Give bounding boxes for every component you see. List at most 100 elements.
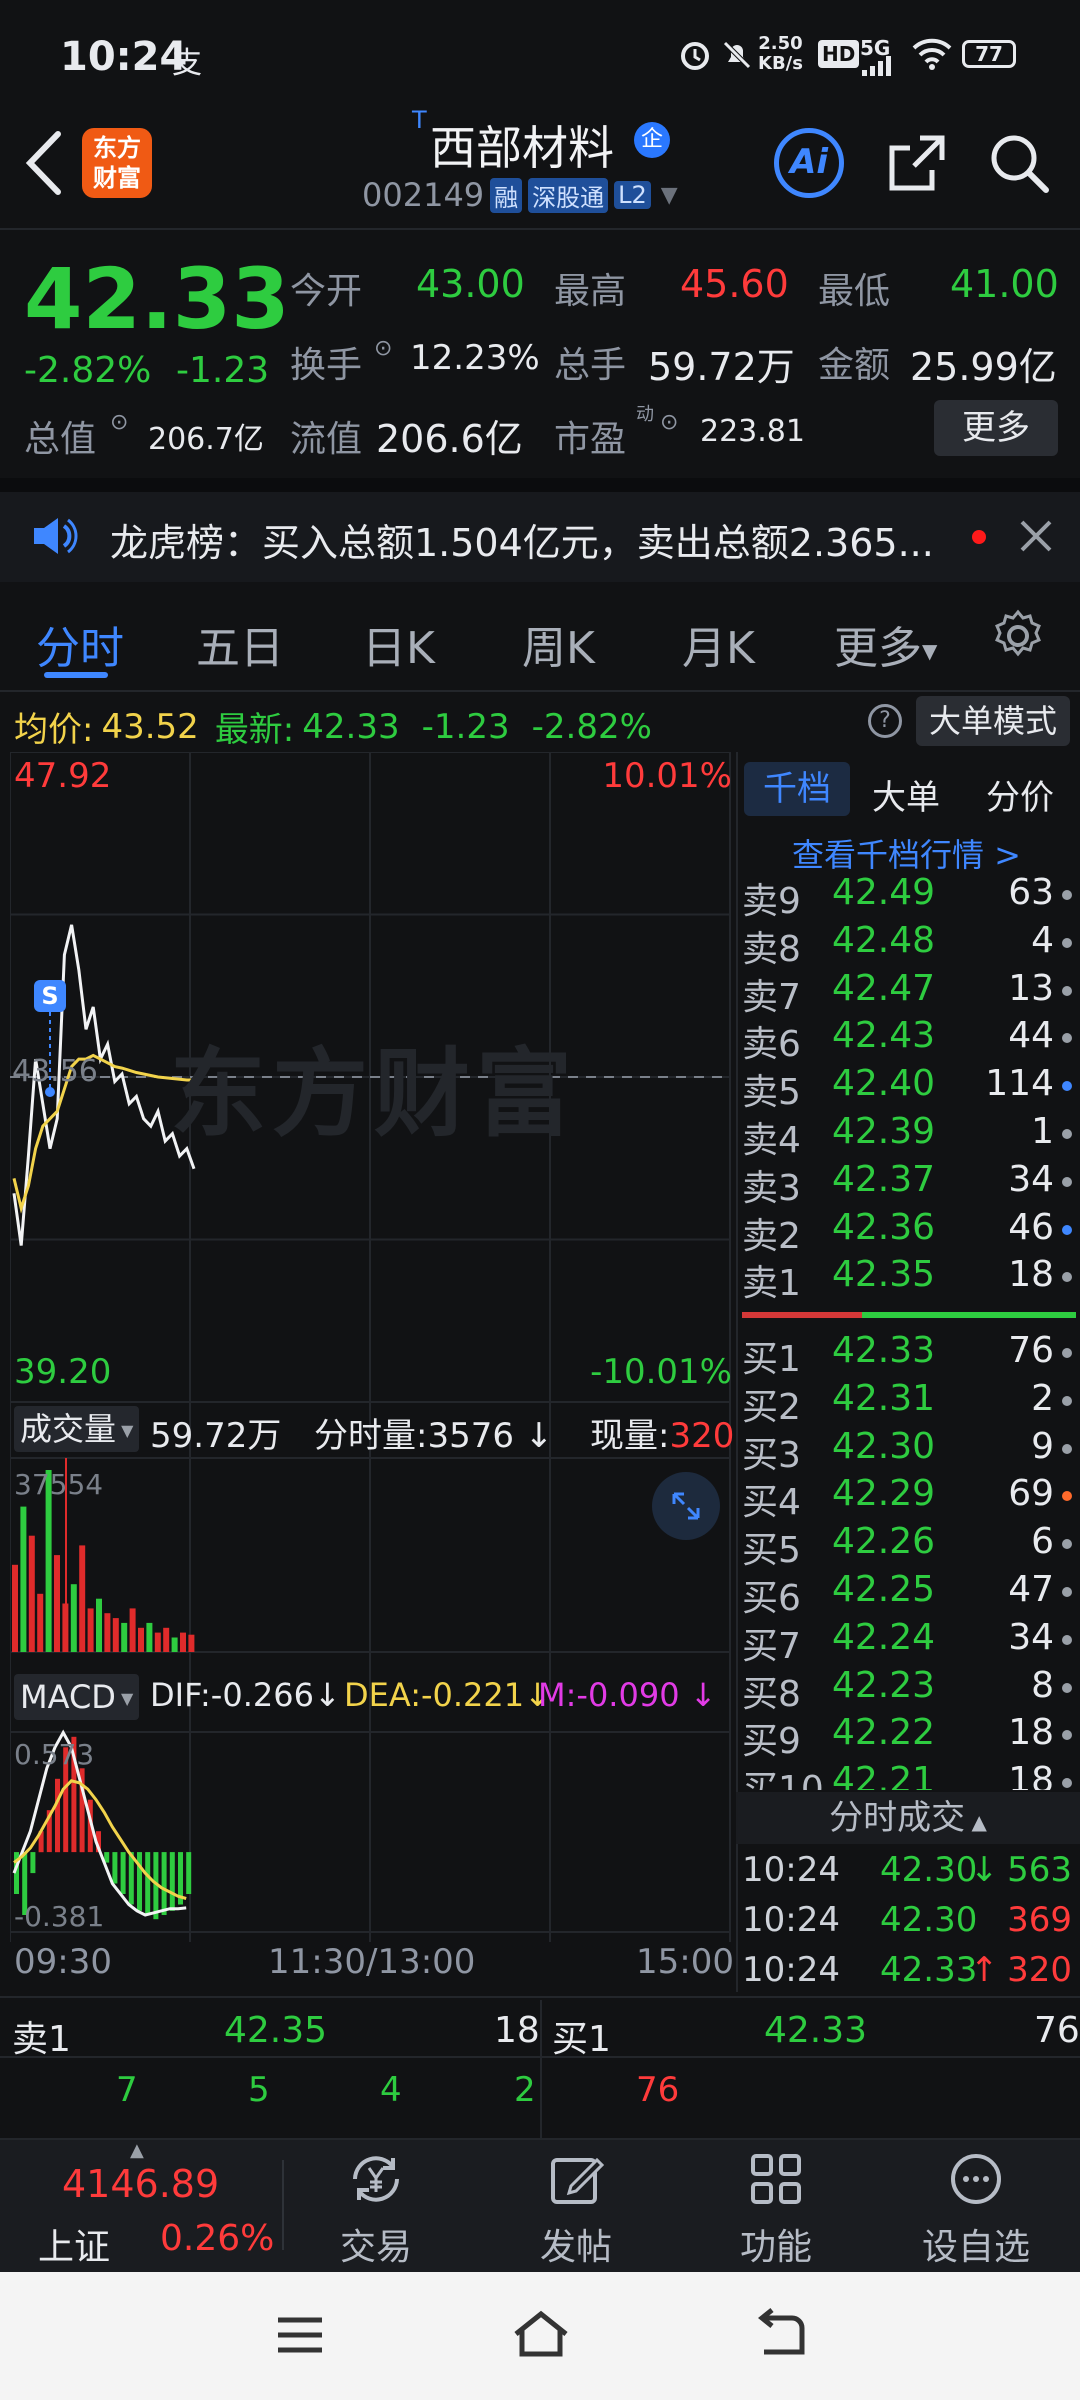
trade-volume: 369 [1007, 1900, 1072, 1940]
trade-time: 10:24 [742, 1900, 840, 1940]
order-volume: 18 [1008, 1760, 1054, 1790]
order-price: 42.23 [832, 1664, 936, 1706]
trades-title: 分时成交 [829, 1798, 966, 1838]
order-indicator-dot [1062, 1348, 1072, 1358]
caret-up-icon: ▲ [130, 2140, 144, 2161]
order-price: 42.31 [832, 1377, 936, 1419]
order-indicator-dot [1062, 1539, 1072, 1550]
order-price: 42.29 [832, 1473, 936, 1515]
level1-bid-vol: 76 [1034, 2010, 1080, 2051]
bid-row[interactable]: 买7 42.24 34 [742, 1616, 1072, 1667]
bid-row[interactable]: 买6 42.25 47 [742, 1569, 1072, 1619]
nav-trade-label: 交易 [339, 2227, 412, 2268]
order-volume: 34 [1008, 1616, 1054, 1658]
nav-post[interactable]: 发帖 [486, 2140, 666, 2270]
nav-trade[interactable]: 交易 [286, 2140, 466, 2270]
grid-icon [751, 2154, 801, 2204]
order-level-label: 买4 [742, 1482, 801, 1524]
order-level-label: 买2 [742, 1386, 801, 1428]
level1-divider [0, 1996, 1080, 1998]
macd-bar [145, 1852, 151, 1915]
yen-cycle-icon [353, 2156, 399, 2202]
ask-queue-item: 4 [380, 2070, 402, 2110]
bid-row[interactable]: 买10 42.21 18 [742, 1760, 1072, 1790]
bid-row[interactable]: 买5 42.26 6 [742, 1521, 1072, 1571]
trades-header[interactable]: 分时成交 ▲ [736, 1792, 1080, 1844]
bid-row[interactable]: 买2 42.31 2 [742, 1377, 1072, 1428]
order-volume: 18 [1008, 1712, 1054, 1754]
more-dots-icon [951, 2154, 1001, 2204]
macd-bar [169, 1852, 175, 1911]
down-arrow-icon: ↓ [970, 1850, 999, 1890]
nav-add-watchlist[interactable]: 设自选 [886, 2140, 1066, 2270]
bid-row[interactable]: 买8 42.23 8 [742, 1664, 1072, 1715]
caret-up-icon: ▲ [965, 1810, 987, 1834]
order-indicator-dot [1062, 1491, 1072, 1502]
nav-divider [282, 2160, 284, 2250]
index-name[interactable]: 上证 [38, 2218, 110, 2270]
bid-row[interactable]: 买9 42.22 18 [742, 1712, 1072, 1762]
level1-ask-label: 卖1 [12, 2019, 71, 2060]
order-volume: 8 [1031, 1664, 1054, 1706]
nav-add-watchlist-label: 设自选 [921, 2227, 1030, 2268]
index-value[interactable]: 4146.89 [62, 2162, 219, 2206]
menu-icon[interactable] [272, 2310, 328, 2364]
order-indicator-dot [1062, 1587, 1072, 1597]
ask-queue-item: 2 [514, 2070, 536, 2110]
time-label-close: 15:00 [636, 1942, 734, 1982]
order-price: 42.33 [832, 1330, 936, 1371]
home-icon[interactable] [510, 2306, 572, 2366]
index-pct[interactable]: 0.26% [160, 2218, 274, 2259]
order-indicator-dot [1062, 1395, 1072, 1406]
order-indicator-dot [1062, 1682, 1072, 1693]
time-label-open: 09:30 [14, 1942, 112, 1982]
level1-bid-label: 买1 [552, 2019, 611, 2060]
macd-bar [112, 1852, 118, 1884]
order-level-label: 买5 [742, 1530, 801, 1572]
macd-bar [30, 1852, 36, 1874]
level1-ask-vol: 18 [494, 2010, 540, 2051]
up-arrow-icon: ↑ [970, 1950, 999, 1990]
order-price: 42.30 [832, 1425, 936, 1467]
order-volume: 47 [1008, 1569, 1054, 1610]
order-volume: 76 [1008, 1330, 1054, 1371]
bid-row[interactable]: 买4 42.29 69 [742, 1473, 1072, 1523]
order-level-label: 买8 [742, 1673, 801, 1715]
order-indicator-dot [1062, 1634, 1072, 1645]
order-volume: 6 [1031, 1521, 1054, 1563]
bid-row[interactable]: 买1 42.33 76 [742, 1330, 1072, 1380]
trade-price: 42.30 [880, 1900, 978, 1940]
macd-bar [137, 1852, 142, 1911]
macd-bar [186, 1852, 192, 1894]
edit-icon [551, 2157, 605, 2204]
order-price: 42.21 [832, 1760, 936, 1790]
level1-bid-price: 42.33 [764, 2010, 868, 2051]
order-indicator-dot [1062, 1730, 1072, 1741]
bid-queue-item: 76 [636, 2070, 680, 2110]
level1-ask-price: 42.35 [224, 2010, 328, 2051]
order-price: 42.25 [832, 1569, 936, 1610]
order-volume: 9 [1031, 1425, 1054, 1467]
nav-functions[interactable]: 功能 [686, 2140, 866, 2270]
nav-functions-label: 功能 [739, 2227, 812, 2268]
order-price: 42.22 [832, 1712, 936, 1754]
level1-mid-divider [540, 2000, 542, 2140]
order-level-label: 买10 [742, 1769, 824, 1790]
macd-bar [120, 1852, 126, 1894]
order-level-label: 买7 [742, 1625, 801, 1667]
order-level-label: 买9 [742, 1721, 801, 1763]
order-volume: 2 [1031, 1377, 1054, 1419]
order-price: 42.24 [832, 1616, 936, 1658]
bid-row[interactable]: 买3 42.30 9 [742, 1425, 1072, 1476]
order-indicator-dot [1062, 1443, 1072, 1454]
time-label-midday: 11:30/13:00 [268, 1942, 476, 1982]
trade-time: 10:24 [742, 1950, 840, 1990]
order-level-label: 买1 [742, 1339, 801, 1380]
order-level-label: 买3 [742, 1434, 801, 1476]
trade-time: 10:24 [742, 1850, 840, 1890]
back-nav-icon[interactable] [752, 2308, 808, 2366]
order-level-label: 买6 [742, 1578, 801, 1619]
order-price: 42.26 [832, 1521, 936, 1563]
nav-post-label: 发帖 [539, 2227, 612, 2268]
ask-queue-item: 7 [116, 2070, 138, 2110]
